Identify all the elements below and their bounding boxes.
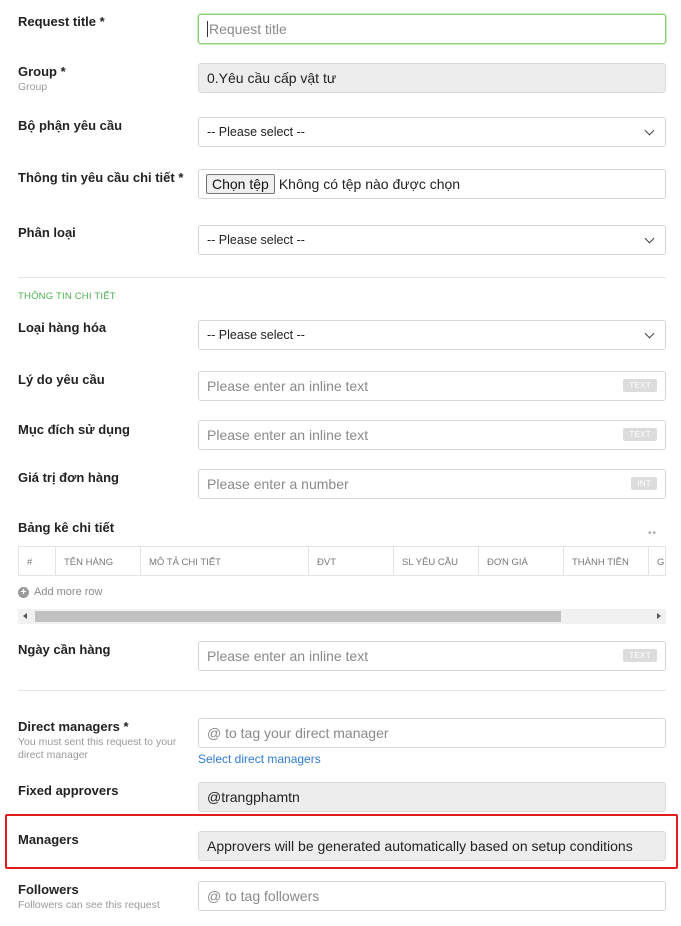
choose-file-button[interactable]: Chọn tệp bbox=[206, 174, 275, 194]
group-label: Group * Group bbox=[18, 64, 193, 94]
direct-managers-sublabel: You must sent this request to your direc… bbox=[18, 736, 177, 761]
file-input: Chọn tệp Không có tệp nào được chọn bbox=[198, 169, 666, 199]
loai-hang-label: Loại hàng hóa bbox=[18, 320, 107, 335]
ly-do-placeholder: Please enter an inline text bbox=[207, 378, 369, 394]
group-sublabel: Group bbox=[18, 81, 48, 93]
chevron-down-icon bbox=[644, 233, 655, 243]
select-direct-managers-link[interactable]: Select direct managers bbox=[198, 752, 321, 766]
section-title: THÔNG TIN CHI TIẾT bbox=[18, 291, 116, 302]
request-title-input[interactable]: Request title bbox=[198, 14, 666, 44]
followers-input[interactable]: @ to tag followers bbox=[198, 881, 666, 911]
direct-managers-input[interactable]: @ to tag your direct manager bbox=[198, 718, 666, 748]
fixed-approvers-label: Fixed approvers bbox=[18, 783, 119, 798]
chevron-down-icon bbox=[644, 125, 655, 135]
text-type-badge: TEXT bbox=[623, 649, 657, 662]
request-title-placeholder: Request title bbox=[209, 21, 287, 37]
bo-phan-label: Bộ phận yêu cầu bbox=[18, 118, 123, 133]
group-label-text: Group * bbox=[18, 64, 66, 79]
scroll-left-arrow-icon[interactable] bbox=[23, 613, 27, 619]
loai-hang-select[interactable]: -- Please select -- bbox=[198, 320, 666, 350]
bo-phan-value: -- Please select -- bbox=[207, 125, 305, 139]
followers-sublabel: Followers can see this request bbox=[18, 899, 160, 911]
muc-dich-input[interactable]: Please enter an inline text TEXT bbox=[198, 420, 666, 450]
request-title-label: Request title * bbox=[18, 14, 105, 29]
muc-dich-label: Mục đích sử dụng bbox=[18, 422, 130, 437]
managers-value: Approvers will be generated automaticall… bbox=[207, 838, 633, 854]
column-header-gh: GH bbox=[657, 556, 665, 568]
table-horizontal-scrollbar[interactable] bbox=[18, 609, 666, 624]
column-header-thanh-tien: THÀNH TIỀN bbox=[564, 547, 649, 575]
text-caret bbox=[207, 21, 208, 37]
file-status: Không có tệp nào được chọn bbox=[278, 176, 461, 192]
detail-table-header: # TÊN HÀNG MÔ TẢ CHI TIẾT ĐVT SL YÊU CẦU… bbox=[18, 546, 666, 576]
column-header-mo-ta: MÔ TẢ CHI TIẾT bbox=[141, 547, 309, 575]
followers-label: Followers Followers can see this request bbox=[18, 882, 193, 912]
ngay-can-placeholder: Please enter an inline text bbox=[207, 648, 369, 664]
muc-dich-placeholder: Please enter an inline text bbox=[207, 427, 369, 443]
add-row-button[interactable]: + Add more row bbox=[18, 586, 102, 598]
phan-loai-value: -- Please select -- bbox=[207, 233, 305, 247]
managers-label: Managers bbox=[18, 832, 79, 847]
direct-managers-label-text: Direct managers * bbox=[18, 719, 129, 734]
more-options-icon[interactable]: •• bbox=[648, 528, 657, 539]
scroll-right-arrow-icon[interactable] bbox=[657, 613, 661, 619]
text-type-badge: TEXT bbox=[623, 379, 657, 392]
column-header-dvt: ĐVT bbox=[309, 547, 394, 575]
column-header-don-gia: ĐƠN GIÁ bbox=[479, 547, 564, 575]
scrollbar-thumb[interactable] bbox=[35, 611, 561, 622]
gia-tri-label: Giá trị đơn hàng bbox=[18, 470, 119, 485]
phan-loai-label: Phân loại bbox=[18, 225, 76, 240]
gia-tri-input[interactable]: Please enter a number INT bbox=[198, 469, 666, 499]
ly-do-label: Lý do yêu cầu bbox=[18, 372, 105, 387]
direct-managers-placeholder: @ to tag your direct manager bbox=[207, 725, 389, 741]
loai-hang-value: -- Please select -- bbox=[207, 328, 305, 342]
column-header-sl-yeu-cau: SL YÊU CẦU bbox=[394, 547, 479, 575]
text-type-badge: TEXT bbox=[623, 428, 657, 441]
column-header-ten-hang: TÊN HÀNG bbox=[56, 547, 141, 575]
followers-label-text: Followers bbox=[18, 882, 79, 897]
phan-loai-select[interactable]: -- Please select -- bbox=[198, 225, 666, 255]
ngay-can-input[interactable]: Please enter an inline text TEXT bbox=[198, 641, 666, 671]
plus-icon: + bbox=[18, 586, 29, 598]
fixed-approvers-field: @trangphamtn bbox=[198, 782, 666, 812]
thong-tin-label: Thông tin yêu cầu chi tiết * bbox=[18, 170, 184, 185]
chevron-down-icon bbox=[644, 328, 655, 338]
bo-phan-select[interactable]: -- Please select -- bbox=[198, 117, 666, 147]
bang-ke-label: Bảng kê chi tiết bbox=[18, 520, 115, 535]
fixed-approvers-value: @trangphamtn bbox=[207, 789, 300, 805]
section-divider bbox=[18, 277, 666, 278]
managers-field: Approvers will be generated automaticall… bbox=[198, 831, 666, 861]
column-header-index: # bbox=[19, 547, 56, 575]
followers-placeholder: @ to tag followers bbox=[207, 888, 320, 904]
direct-managers-label: Direct managers * You must sent this req… bbox=[18, 719, 178, 762]
ly-do-input[interactable]: Please enter an inline text TEXT bbox=[198, 371, 666, 401]
add-row-label: Add more row bbox=[34, 586, 103, 598]
group-field: 0.Yêu cầu cấp vật tư bbox=[198, 63, 666, 93]
gia-tri-placeholder: Please enter a number bbox=[207, 476, 349, 492]
section-divider bbox=[18, 690, 666, 691]
group-value: 0.Yêu cầu cấp vật tư bbox=[207, 70, 337, 86]
int-type-badge: INT bbox=[631, 477, 657, 490]
ngay-can-label: Ngày cần hàng bbox=[18, 642, 111, 657]
